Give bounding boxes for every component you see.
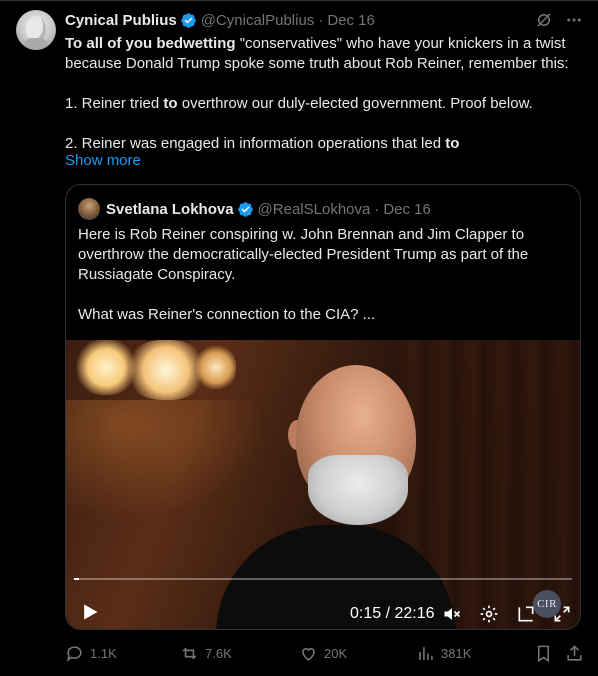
tweet-point-1: 1. Reiner tried to overthrow our duly-el…: [65, 94, 585, 114]
video-lamp: [126, 340, 206, 400]
repost-count: 7.6K: [205, 646, 232, 661]
video-controls: 0:15 / 22:16 CIR: [66, 590, 580, 629]
settings-icon[interactable]: [479, 604, 499, 624]
point2-pre: 2. Reiner was engaged in information ope…: [65, 135, 446, 152]
point2-bold: to: [445, 135, 460, 152]
quote-header: Svetlana Lokhova @RealSLokhova · Dec 16: [78, 198, 431, 220]
tweet-bold-lead: To all of you bedwetting: [65, 35, 236, 52]
views-button[interactable]: 381K: [416, 644, 471, 663]
dot-separator: ·: [318, 11, 324, 29]
author-handle[interactable]: @CynicalPublius: [201, 12, 315, 29]
quote-author-avatar: [78, 198, 100, 220]
tweet-text: To all of you bedwetting "conservatives"…: [65, 34, 585, 154]
repost-button[interactable]: 7.6K: [180, 644, 232, 663]
views-icon: [419, 647, 433, 660]
tweet-point-2: 2. Reiner was engaged in information ope…: [65, 134, 585, 154]
top-actions: [534, 10, 584, 30]
quote-date: Dec 16: [383, 200, 431, 218]
repost-icon: [182, 647, 197, 660]
views-count: 381K: [441, 646, 472, 661]
fullscreen-icon[interactable]: [552, 604, 572, 624]
tweet-header: Cynical Publius @CynicalPublius · Dec 16: [65, 10, 375, 30]
video-lamp: [196, 345, 236, 390]
verified-icon: [237, 201, 253, 217]
tweet-actions: 1.1K 7.6K 20K 381K: [65, 644, 585, 666]
bookmark-icon: [537, 645, 550, 663]
quoted-tweet[interactable]: Svetlana Lokhova @RealSLokhova · Dec 16 …: [65, 184, 581, 630]
video-person-beard: [308, 455, 408, 525]
video-time: 0:15 / 22:16: [350, 605, 435, 622]
video-progress-bar[interactable]: [74, 578, 572, 580]
dot-separator: ·: [374, 200, 380, 218]
video-bg-glow: [66, 400, 266, 520]
like-icon: [302, 648, 315, 661]
reply-icon: [66, 646, 82, 662]
like-button[interactable]: 20K: [299, 644, 347, 663]
mute-icon[interactable]: [442, 604, 462, 624]
quote-author-handle: @RealSLokhova: [257, 200, 371, 218]
video-player[interactable]: 0:15 / 22:16 CIR: [66, 340, 580, 629]
quote-author-name: Svetlana Lokhova: [106, 200, 234, 218]
verified-icon: [180, 12, 196, 28]
reply-count: 1.1K: [90, 646, 117, 661]
play-icon[interactable]: [80, 602, 100, 622]
point1-post: overthrow our duly-elected government. P…: [177, 95, 533, 112]
tweet-date[interactable]: Dec 16: [327, 12, 375, 29]
avatar-neck: [24, 38, 48, 50]
point1-pre: 1. Reiner tried: [65, 95, 164, 112]
grok-icon[interactable]: [534, 10, 554, 30]
tweet-paragraph-1: To all of you bedwetting "conservatives"…: [65, 34, 585, 74]
author-name[interactable]: Cynical Publius: [65, 12, 177, 29]
quote-text: Here is Rob Reiner conspiring w. John Br…: [78, 225, 568, 325]
reply-button[interactable]: 1.1K: [65, 644, 117, 663]
point1-bold: to: [163, 95, 178, 112]
quote-paragraph-2: What was Reiner's connection to the CIA?…: [78, 306, 376, 323]
like-count: 20K: [324, 646, 348, 661]
video-progress-fill: [74, 578, 80, 580]
top-divider: [0, 0, 598, 1]
share-icon: [567, 645, 582, 661]
quote-paragraph-1: Here is Rob Reiner conspiring w. John Br…: [78, 226, 529, 283]
more-icon[interactable]: [564, 10, 584, 30]
author-avatar[interactable]: [16, 10, 56, 50]
share-button[interactable]: [565, 644, 584, 663]
show-more-link[interactable]: Show more: [65, 152, 141, 169]
bookmark-button[interactable]: [534, 644, 553, 663]
